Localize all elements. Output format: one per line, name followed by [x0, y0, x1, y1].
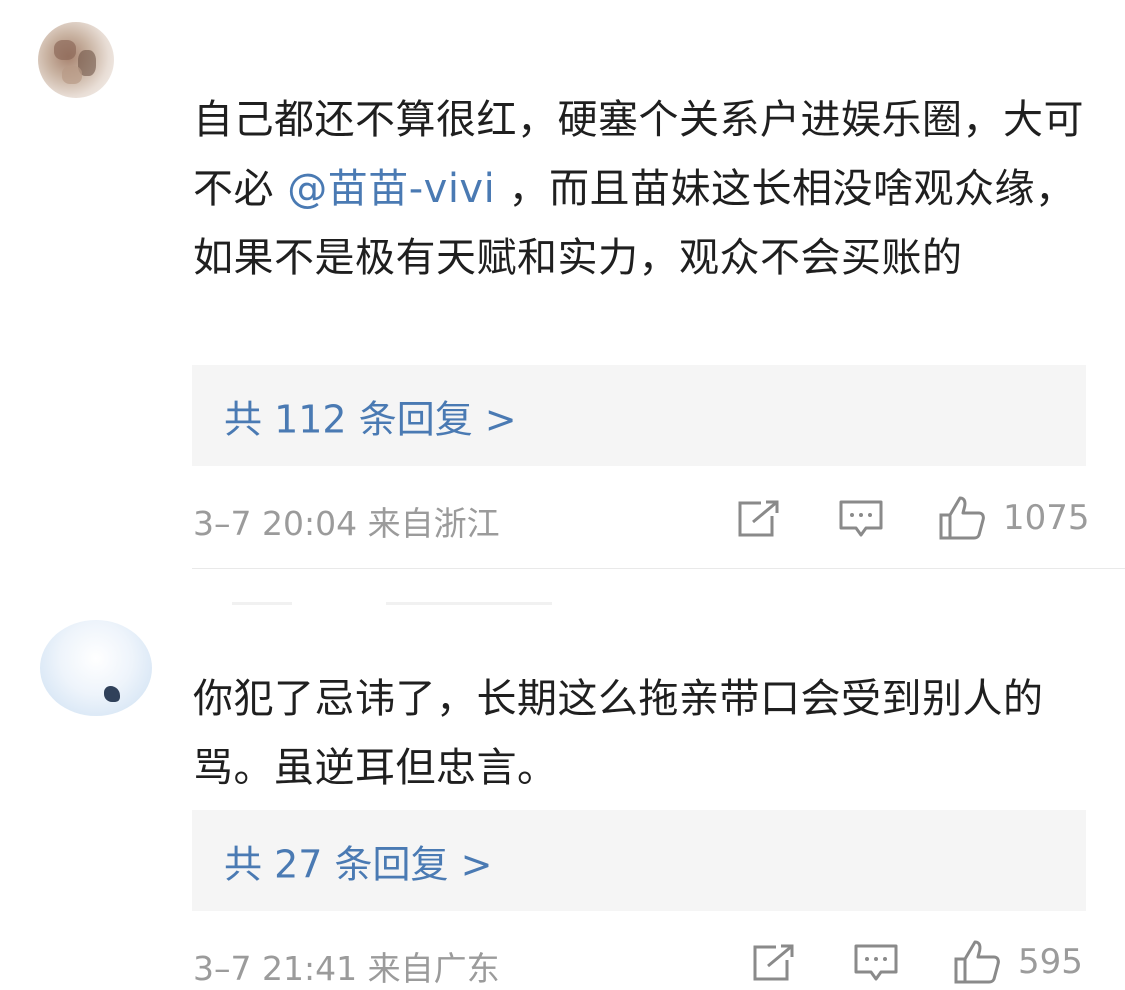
comment-text: 自己都还不算很红，硬塞个关系户进娱乐圈，大可不必 @苗苗-vivi ，而且苗妹这… — [193, 97, 1084, 281]
replies-panel[interactable]: 共 112 条回复 > — [192, 365, 1086, 466]
user-mention-link[interactable]: @苗苗-vivi — [287, 166, 495, 212]
comment-meta: 3–7 20:04 来自浙江 — [193, 504, 500, 543]
like-count: 1075 — [1003, 498, 1090, 538]
share-icon[interactable] — [752, 944, 796, 982]
thumbs-up-icon[interactable] — [938, 495, 986, 541]
comment-divider — [192, 568, 1125, 569]
comment-icon[interactable] — [839, 500, 883, 540]
username-placeholder — [386, 602, 552, 605]
share-icon[interactable] — [737, 500, 781, 538]
user-avatar[interactable] — [40, 620, 152, 716]
comment-meta: 3–7 21:41 来自广东 — [193, 949, 500, 988]
user-avatar[interactable] — [38, 22, 114, 98]
replies-panel[interactable]: 共 27 条回复 > — [192, 810, 1086, 911]
like-count: 595 — [1018, 942, 1083, 982]
username-placeholder — [232, 602, 292, 605]
comment-text: 你犯了忌讳了，长期这么拖亲带口会受到别人的骂。虽逆耳但忠言。 — [193, 676, 1044, 791]
view-replies-link[interactable]: 共 27 条回复 > — [224, 833, 492, 888]
view-replies-link[interactable]: 共 112 条回复 > — [224, 388, 517, 443]
comment-icon[interactable] — [854, 944, 898, 984]
thumbs-up-icon[interactable] — [953, 939, 1001, 985]
